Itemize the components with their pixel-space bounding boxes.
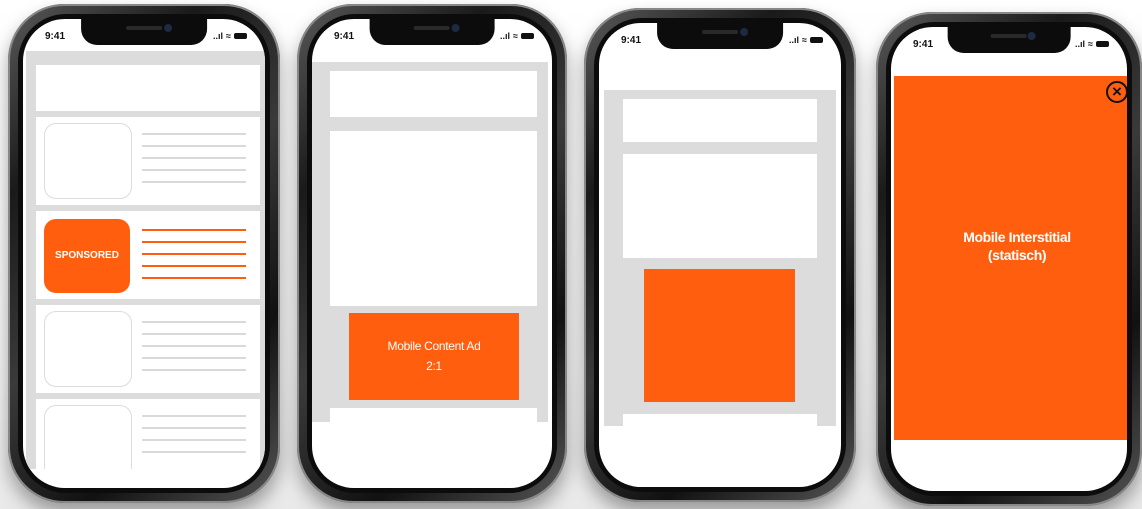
- status-icons: ..ıl ≈: [1075, 39, 1109, 49]
- feed-card: [36, 117, 260, 205]
- thumbnail-placeholder: [44, 311, 132, 387]
- phone-rectangle-ad: 9:41 ..ıl ≈: [584, 8, 856, 502]
- sponsored-label: SPONSORED: [55, 250, 119, 261]
- wifi-icon: ≈: [513, 31, 518, 41]
- feed-card: [36, 305, 260, 393]
- text-lines-placeholder: [142, 133, 246, 193]
- close-icon[interactable]: ×: [1106, 81, 1127, 103]
- wifi-icon: ≈: [226, 31, 231, 41]
- phone-content-ad: 9:41 ..ıl ≈ Mobile Content Ad 2:1: [297, 4, 567, 503]
- status-time: 9:41: [621, 35, 642, 46]
- notch: [947, 27, 1071, 53]
- article-placeholder: [623, 154, 817, 258]
- wifi-icon: ≈: [802, 35, 807, 45]
- phone-screen: 9:41 ..ıl ≈ Mobile Content Ad 2:1: [312, 19, 552, 488]
- interstitial-title: Mobile Interstitial: [963, 229, 1071, 245]
- signal-icon: ..ıl: [789, 35, 800, 45]
- interstitial-subtitle: (statisch): [987, 247, 1047, 263]
- phone-bezel: 9:41 ..ıl ≈ SPONSORED: [18, 14, 270, 493]
- text-lines-placeholder: [142, 321, 246, 381]
- phone-screen: 9:41 ..ıl ≈ SPONSORED: [23, 19, 265, 488]
- status-icons: ..ıl ≈: [789, 35, 823, 45]
- signal-icon: ..ıl: [213, 31, 224, 41]
- thumbnail-placeholder: [44, 123, 132, 199]
- mobile-rectangle-ad[interactable]: [644, 269, 795, 402]
- phone-screen: 9:41 ..ıl ≈: [599, 23, 841, 487]
- article-placeholder: [330, 131, 537, 306]
- battery-icon: [234, 33, 247, 39]
- phone-screen: 9:41 ..ıl ≈ Mobile Interstitial (statisc…: [891, 27, 1127, 491]
- wifi-icon: ≈: [1088, 39, 1093, 49]
- battery-icon: [1096, 41, 1109, 47]
- status-time: 9:41: [913, 39, 934, 50]
- feed-card: [36, 399, 260, 469]
- status-icons: ..ıl ≈: [500, 31, 534, 41]
- status-time: 9:41: [45, 31, 66, 42]
- battery-icon: [810, 37, 823, 43]
- sponsored-thumbnail[interactable]: SPONSORED: [44, 219, 130, 293]
- ad-ratio: 2:1: [426, 359, 442, 373]
- footer-placeholder: [623, 414, 817, 426]
- phone-bezel: 9:41 ..ıl ≈ Mobile Interstitial (statisc…: [886, 22, 1132, 496]
- header-placeholder: [330, 71, 537, 117]
- signal-icon: ..ıl: [1075, 39, 1086, 49]
- signal-icon: ..ıl: [500, 31, 511, 41]
- footer-placeholder: [330, 408, 537, 422]
- mobile-content-ad[interactable]: Mobile Content Ad 2:1: [349, 313, 519, 400]
- notch: [369, 19, 495, 45]
- phone-bezel: 9:41 ..ıl ≈ Mobile Content Ad 2:1: [307, 14, 557, 493]
- header-placeholder: [623, 99, 817, 142]
- text-lines-placeholder: [142, 415, 246, 463]
- phone-native-ad: 9:41 ..ıl ≈ SPONSORED: [8, 4, 280, 503]
- ad-title: Mobile Content Ad: [387, 339, 481, 353]
- thumbnail-placeholder: [44, 405, 132, 469]
- mobile-interstitial-ad[interactable]: Mobile Interstitial (statisch): [894, 76, 1127, 440]
- phone-bezel: 9:41 ..ıl ≈: [594, 18, 846, 492]
- sponsored-card[interactable]: SPONSORED: [36, 211, 260, 299]
- status-time: 9:41: [334, 31, 355, 42]
- notch: [81, 19, 207, 45]
- feed-header-placeholder: [36, 65, 260, 111]
- notch: [657, 23, 783, 49]
- phone-interstitial-ad: 9:41 ..ıl ≈ Mobile Interstitial (statisc…: [876, 12, 1142, 506]
- sponsored-text-lines: [142, 229, 246, 289]
- battery-icon: [521, 33, 534, 39]
- status-icons: ..ıl ≈: [213, 31, 247, 41]
